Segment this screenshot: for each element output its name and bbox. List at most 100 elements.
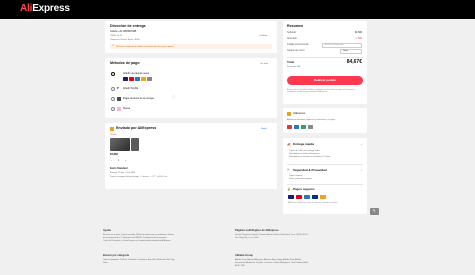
secure-payments-title: Pagos seguros: [293, 187, 315, 192]
truck-icon: 🚚: [287, 142, 291, 146]
see-more-payment-link[interactable]: Ver más: [260, 63, 268, 65]
offer-badge: Ofertas: [110, 134, 117, 136]
benefits-divider-1: [287, 164, 363, 165]
klarna-icon: [117, 107, 121, 112]
total-tax-note: Se incluye IVA: [287, 66, 300, 68]
shield-icon: ⛨: [287, 168, 290, 172]
add-card-label[interactable]: Añadir una tarjeta nueva: [123, 72, 149, 75]
pay-after-delivery-label[interactable]: Pagar después de la entrega: [123, 97, 154, 100]
summary-title: Resumen: [287, 24, 304, 28]
footer-languages-line-2[interactable]: ไทย, Tiếng Việt, עברית, Polski: [235, 237, 259, 240]
site-footer: Ayuda Resuelve un reclamo, Legal y conte…: [0, 225, 475, 275]
amex-payment-logo: [304, 195, 310, 199]
maestro-payment-logo: [320, 195, 326, 199]
footer-help-title: Ayuda: [103, 229, 111, 232]
security-title: Seguridad & Privacidad: [293, 168, 327, 173]
security-chevron-icon[interactable]: ›: [361, 169, 362, 172]
shipping-cost-select[interactable]: Gratis: [340, 49, 362, 54]
quantity-minus-button[interactable]: −: [111, 159, 112, 162]
product-price: 84,66€: [110, 153, 118, 156]
payment-radio-paypal[interactable]: [111, 87, 115, 91]
summary-divider: [287, 57, 363, 58]
fast-delivery-chevron-icon[interactable]: ›: [361, 143, 362, 146]
total-value: 84,67€: [346, 59, 362, 65]
subtotal-label: Subtotal: [287, 31, 296, 34]
footer-help-line-3[interactable]: Centro de Privacidad, La Unión Europea y…: [103, 240, 170, 243]
payment-methods-card: Métodos de pago Ver más Añadir una tarje…: [105, 58, 277, 118]
footer-category-line-1[interactable]: Todas las populares, Producto, Promoción…: [103, 259, 175, 262]
lock-icon: 🔒: [287, 187, 291, 191]
quantity-value[interactable]: 1: [118, 159, 119, 162]
promo-code-label: Código promocional: [287, 43, 309, 46]
promo-code-input[interactable]: Escribe el código aquí: [322, 43, 362, 48]
top-header: AliExpress: [0, 0, 475, 19]
amex-icon: [135, 77, 140, 81]
edit-icon: ✎: [372, 208, 376, 214]
card-more-icon: [147, 77, 152, 81]
mastercard-icon: [129, 77, 134, 81]
change-address-link[interactable]: Cambiar: [259, 35, 267, 37]
benefits-card: 🚚 Entrega rápida › Cupón de 5.00€ por en…: [283, 138, 367, 214]
place-order-button[interactable]: Realizar pedido: [287, 76, 363, 85]
mastercard-payment-logo: [296, 195, 302, 199]
info-icon: ⓘ: [172, 96, 175, 100]
quantity-plus-button[interactable]: +: [125, 159, 126, 162]
klarna-label[interactable]: Klarna: [123, 107, 130, 110]
product-image[interactable]: [110, 138, 130, 151]
fast-delivery-line-2: Reembolso por daños del paquete: [289, 153, 320, 155]
footer-languages-title: Páginas multilingües de AliExpress: [235, 229, 279, 232]
security-line-2: Datos personales seguros: [289, 178, 313, 180]
shipping-cost-value: Gratis: [343, 50, 349, 53]
security-line-1: Pagos seguros: [289, 175, 303, 177]
footer-alibaba-title: Alibaba Group: [235, 254, 253, 257]
summary-card: Resumen Subtotal 94,66€ Ahorrado -7,00€ …: [283, 21, 367, 104]
trust-card: AliExpress AliExpress mantiene seguros t…: [283, 108, 367, 133]
shipment-title: Enviado por AliExpress: [116, 126, 157, 131]
shipping-cost-label: Gastos de envío: [287, 49, 305, 52]
feedback-button[interactable]: ✎: [370, 208, 379, 215]
footer-alibaba-line-3[interactable]: AliOS, 1688: [235, 265, 245, 268]
savings-label: Ahorrado: [287, 37, 297, 40]
payment-radio-cod[interactable]: [111, 97, 115, 101]
promo-code-placeholder: Escribe el código aquí: [325, 44, 344, 47]
fast-delivery-line-3: Reembolso por artículo no recibido en 15…: [289, 156, 330, 158]
aliexpress-logo[interactable]: AliExpress: [20, 3, 70, 14]
subtotal-value: 94,66€: [354, 31, 362, 34]
delivery-subtitle: Entrega: 26 feb · 04 de FEB: [110, 172, 135, 174]
maestro-icon: [141, 77, 146, 81]
payment-radio-klarna[interactable]: [111, 107, 115, 111]
visa-icon: [123, 77, 128, 81]
warning-icon: ⚠: [112, 44, 115, 48]
aliexpress-badge-icon: [110, 127, 114, 131]
edit-shipment-link[interactable]: Modif.: [261, 128, 267, 130]
product-image-2[interactable]: [131, 138, 139, 151]
visa-payment-logo: [288, 195, 294, 199]
trust-badge-3: [301, 125, 306, 129]
benefits-divider-2: [287, 184, 363, 185]
trust-badge-4: [308, 125, 313, 129]
secure-payments-text: AliExpress trabaja con socios de pago pa…: [288, 202, 338, 204]
fast-delivery-line-1: Cupón de 5.00€ por entrega tardía: [289, 150, 320, 152]
savings-value: -7,00€: [355, 37, 362, 40]
add-paypal-label[interactable]: Añadir PayPal: [123, 87, 138, 90]
delivery-title: Envío Standard: [110, 167, 128, 170]
trust-text: AliExpress mantiene seguros tu informaci…: [287, 119, 335, 121]
paypal-icon: P: [117, 86, 120, 91]
total-label: Total: [287, 60, 294, 64]
footer-category-title: Buscar por categoría: [103, 254, 129, 257]
terms-text: Al hacer clic en «Realizar pedido», conf…: [287, 89, 355, 94]
address-card: Dirección de entrega Charlie +34 0953867…: [105, 21, 277, 53]
trust-badge-2: [294, 125, 299, 129]
address-warning: ⚠ Por favor, asegúrate de indicar un núm…: [110, 44, 272, 49]
payment-radio-card[interactable]: [111, 72, 115, 76]
payment-title: Métodos de pago: [110, 61, 140, 65]
trust-badge-1: [287, 125, 292, 129]
address-title: Dirección de entrega: [110, 24, 146, 28]
footer-category-line-2[interactable]: Video: [103, 262, 108, 265]
address-city: Chipexeiro, Murcia, Spain, 18000: [110, 38, 140, 41]
cash-on-delivery-icon: [117, 97, 121, 102]
aliexpress-shield-icon: [287, 112, 291, 116]
footer-alibaba-line-2[interactable]: International, AlibabaLink, DingTalk, Ju…: [235, 262, 308, 265]
address-warning-text: Por favor, asegúrate de indicar un númer…: [116, 45, 174, 48]
paypal-payment-logo: [312, 195, 318, 199]
